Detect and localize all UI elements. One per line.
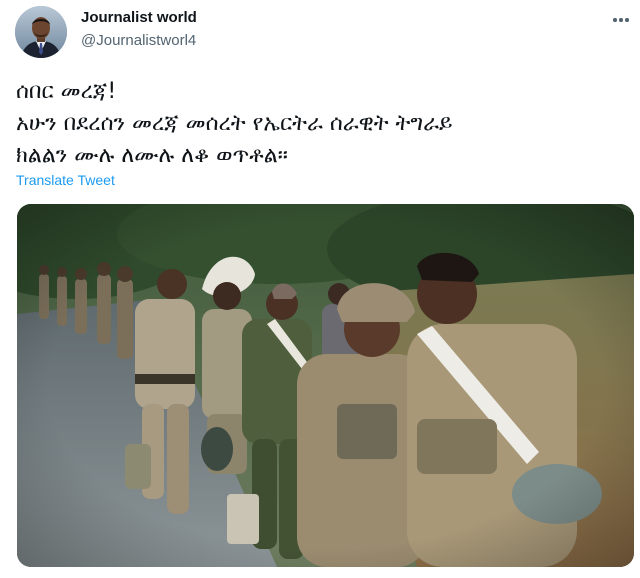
tweet-photo[interactable] <box>17 204 634 567</box>
translate-tweet-link[interactable]: Translate Tweet <box>16 172 115 188</box>
tweet-text: ሰበር መረጃ! አሁን በደረሰን መረጃ መሰረት የኤርትራ ሰራዊት ት… <box>16 76 626 172</box>
tweet-text-line: ክልልን ሙሉ ለሙሉ ለቆ ወጥቶል። <box>16 143 288 168</box>
soldiers-walking-photo <box>17 204 634 567</box>
author-avatar[interactable] <box>15 6 67 58</box>
author-handle[interactable]: @Journalistworl4 <box>81 32 196 49</box>
ellipsis-icon <box>625 18 629 22</box>
person-in-suit-avatar-icon <box>15 6 67 58</box>
ellipsis-icon <box>613 18 617 22</box>
tweet-card: Journalist world @Journalistworl4 ሰበር መረ… <box>0 0 640 578</box>
ellipsis-icon <box>619 18 623 22</box>
tweet-text-line: አሁን በደረሰን መረጃ መሰረት የኤርትራ ሰራዊት ትግራይ <box>16 111 453 136</box>
author-display-name[interactable]: Journalist world <box>81 9 197 26</box>
more-options-button[interactable] <box>608 6 634 32</box>
tweet-text-line: ሰበር መረጃ! <box>16 79 117 104</box>
